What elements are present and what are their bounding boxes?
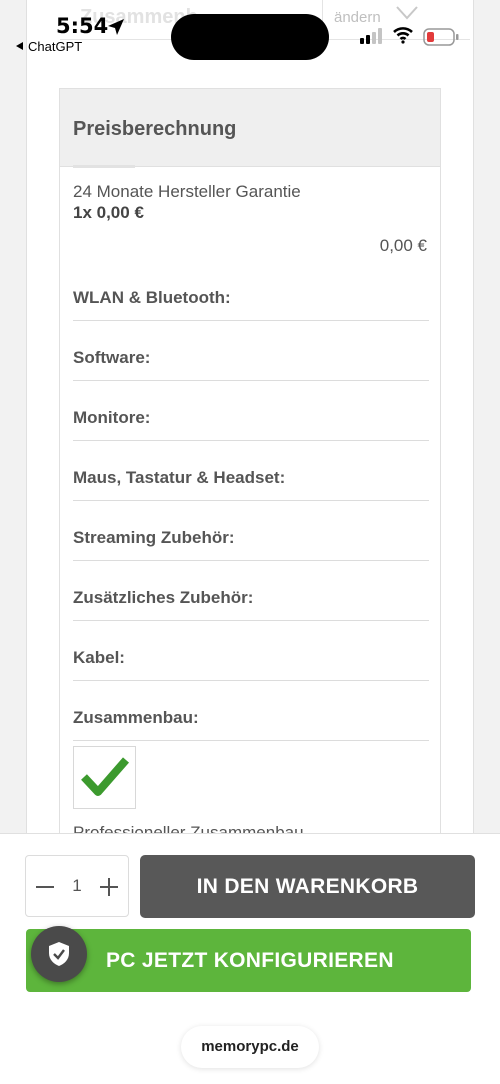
status-time: 5:54 xyxy=(56,14,109,38)
category-label: WLAN & Bluetooth: xyxy=(73,288,231,307)
panel-title: Preisberechnung xyxy=(73,118,237,140)
quantity-value[interactable]: 1 xyxy=(70,876,84,896)
url-domain-pill[interactable]: memorypc.de xyxy=(181,1026,319,1068)
cellular-signal-icon xyxy=(360,28,382,44)
category-label: Maus, Tastatur & Headset: xyxy=(73,468,286,487)
quantity-stepper: 1 xyxy=(25,855,129,917)
configure-pc-button[interactable]: PC JETZT KONFIGURIEREN xyxy=(26,929,471,992)
dynamic-island xyxy=(171,14,329,60)
category-assembly: Zusammenbau: xyxy=(73,681,429,741)
checkmark-icon xyxy=(81,757,130,796)
plus-icon[interactable] xyxy=(100,878,118,896)
category-accessories: Zusätzliches Zubehör: xyxy=(73,561,429,621)
category-cables: Kabel: xyxy=(73,621,429,681)
minus-icon[interactable] xyxy=(36,886,54,888)
category-monitors: Monitore: xyxy=(73,381,429,441)
header-tab xyxy=(73,165,135,168)
warranty-quantity-price: 1x 0,00 € xyxy=(73,203,144,222)
category-wlan-bluetooth: WLAN & Bluetooth: xyxy=(73,261,429,321)
back-triangle-icon xyxy=(16,42,23,50)
category-label: Monitore: xyxy=(73,408,151,427)
category-peripherals: Maus, Tastatur & Headset: xyxy=(73,441,429,501)
shield-check-icon xyxy=(49,942,69,966)
warranty-total: 0,00 € xyxy=(379,236,427,255)
panel-header: Preisberechnung xyxy=(60,89,440,168)
status-bar: 5:54 ChatGPT xyxy=(0,0,500,60)
wifi-icon xyxy=(393,27,413,44)
location-arrow-icon xyxy=(108,19,124,35)
category-label: Software: xyxy=(73,348,151,367)
privacy-shield-button[interactable] xyxy=(31,926,87,982)
category-label: Streaming Zubehör: xyxy=(73,528,235,547)
purchase-bar: 1 IN DEN WARENKORB PC JETZT KONFIGURIERE… xyxy=(0,833,500,1084)
add-to-cart-button[interactable]: IN DEN WARENKORB xyxy=(140,855,475,918)
back-to-app-link[interactable]: ChatGPT xyxy=(16,39,82,54)
category-label: Zusammenbau: xyxy=(73,708,199,727)
assembly-image xyxy=(73,746,136,809)
battery-icon xyxy=(423,28,459,46)
warranty-name: 24 Monate Hersteller Garantie xyxy=(73,182,301,201)
category-software: Software: xyxy=(73,321,429,381)
category-label: Kabel: xyxy=(73,648,125,667)
category-streaming: Streaming Zubehör: xyxy=(73,501,429,561)
price-calculation-panel: Preisberechnung 24 Monate Hersteller Gar… xyxy=(59,88,441,835)
back-app-label: ChatGPT xyxy=(28,39,83,54)
category-label: Zusätzliches Zubehör: xyxy=(73,588,254,607)
